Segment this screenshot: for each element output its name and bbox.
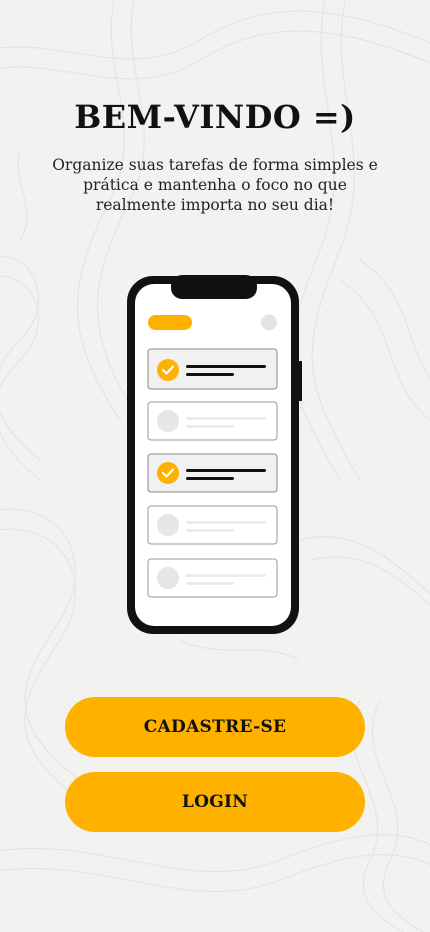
task-card-2 — [147, 401, 278, 441]
page-title: BEM-VINDO =) — [74, 98, 356, 136]
signup-button[interactable]: CADASTRE-SE — [65, 697, 365, 757]
task-card-5 — [147, 558, 278, 598]
welcome-subtitle: Organize suas tarefas de forma simples e… — [52, 156, 378, 214]
welcome-screen: BEM-VINDO =) Organize suas tarefas de fo… — [0, 0, 430, 932]
login-button[interactable]: LOGIN — [65, 772, 365, 832]
phone-task-list-illustration — [127, 275, 302, 634]
task-card-4 — [147, 505, 278, 545]
task-card-1 — [147, 348, 278, 390]
task-card-3 — [147, 453, 278, 493]
